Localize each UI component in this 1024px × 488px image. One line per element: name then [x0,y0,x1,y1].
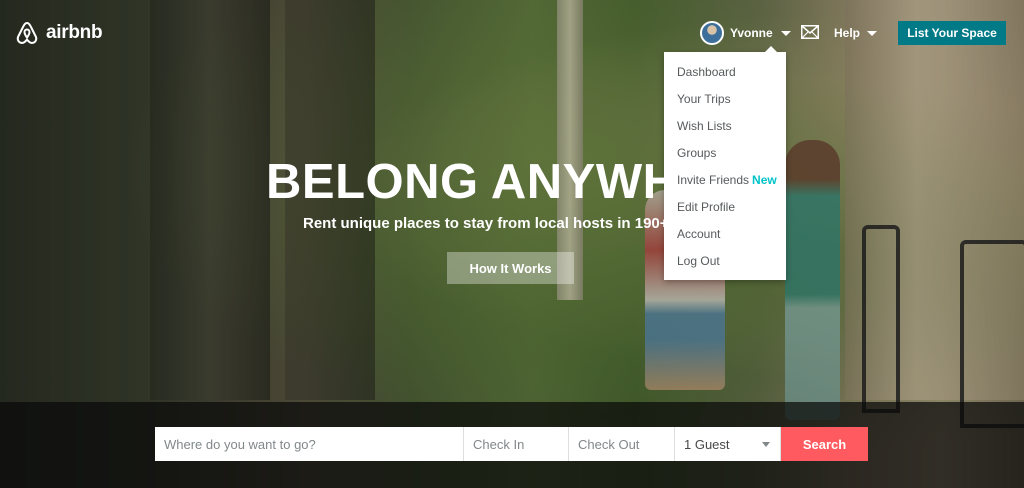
search-form: Where do you want to go? Check In Check … [155,427,868,461]
help-menu-toggle[interactable]: Help [834,26,878,40]
how-it-works-button[interactable]: How It Works [447,252,574,284]
guests-value: 1 Guest [684,436,730,452]
list-your-space-button[interactable]: List Your Space [898,21,1006,45]
caret-down-icon [867,30,878,36]
guests-select[interactable]: 1 Guest [675,427,781,461]
check-in-input[interactable]: Check In [464,427,569,461]
search-button[interactable]: Search [781,427,868,461]
envelope-icon[interactable] [801,25,819,39]
user-dropdown-menu: Dashboard Your Trips Wish Lists Groups I… [664,46,786,280]
menu-item-log-out[interactable]: Log Out [677,254,720,268]
logo-wordmark: airbnb [46,22,103,43]
menu-item-label: Invite Friends [677,173,750,187]
check-out-input[interactable]: Check Out [569,427,675,461]
hero-subheadline: Rent unique places to stay from local ho… [303,215,691,232]
hero-headline: BELONG ANYWH [266,155,679,209]
menu-item-dashboard[interactable]: Dashboard [677,65,736,79]
menu-item-edit-profile[interactable]: Edit Profile [677,200,735,214]
help-label: Help [834,26,861,40]
user-name: Yvonne [730,26,773,40]
user-menu-toggle[interactable]: Yvonne [700,21,791,45]
chevron-down-icon [762,441,770,447]
airbnb-logo[interactable]: airbnb [14,20,103,46]
location-input[interactable]: Where do you want to go? [155,427,464,461]
avatar [700,21,724,45]
airbnb-belo-icon [16,21,38,45]
menu-item-your-trips[interactable]: Your Trips [677,92,731,106]
menu-item-wish-lists[interactable]: Wish Lists [677,119,732,133]
new-badge: New [752,173,777,187]
menu-item-invite-friends[interactable]: Invite Friends New [677,173,777,187]
menu-item-groups[interactable]: Groups [677,146,716,160]
caret-down-icon [780,30,791,36]
